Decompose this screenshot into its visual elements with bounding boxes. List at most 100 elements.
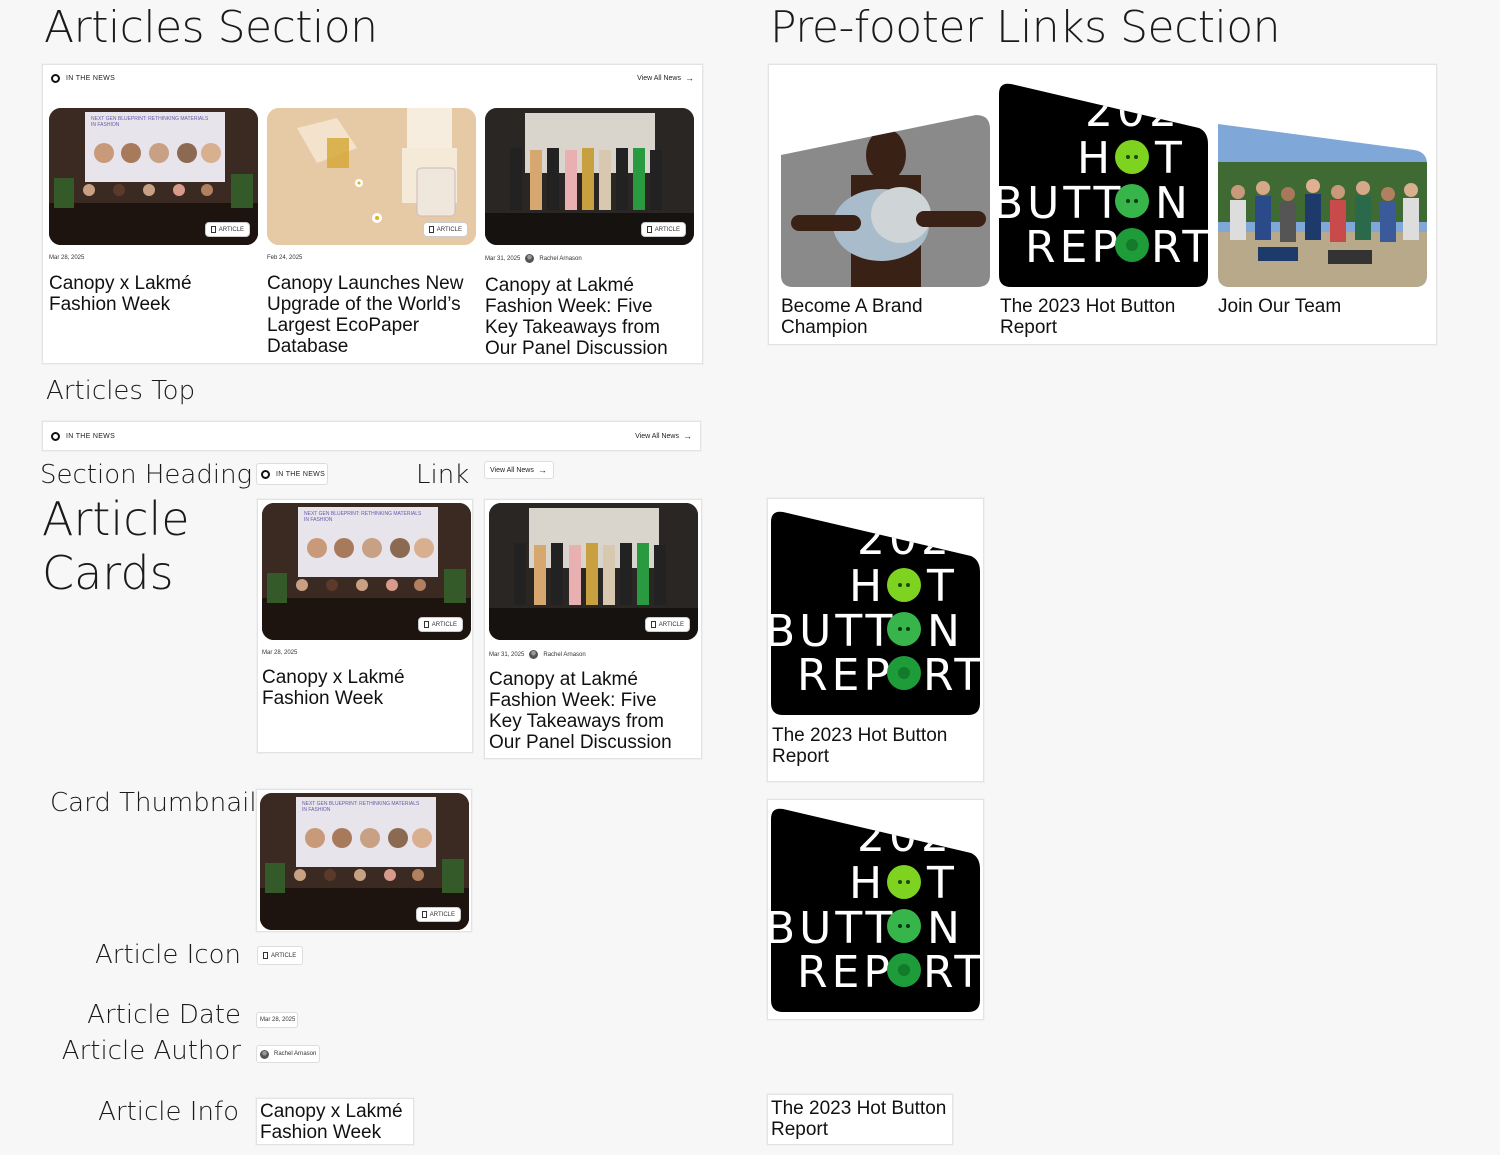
article-badge: ARTICLE xyxy=(644,617,690,632)
article-badge: ARTICLE xyxy=(415,907,461,922)
article-title: Canopy x Lakmé Fashion Week xyxy=(262,667,405,709)
articles-top-frame: IN THE NEWS View All News → xyxy=(42,421,701,451)
article-date-sample: Mar 28, 2025 xyxy=(256,1012,298,1028)
prefooter-link-title: The 2023 Hot Button Report xyxy=(772,725,948,767)
hot-button-image: 202 H T BUTT N REP RT xyxy=(771,508,980,715)
articles-section-heading: Articles Section xyxy=(44,2,378,53)
card-thumbnail-panel: NEXT GEN BLUEPRINT: RETHINKING MATERIALS… xyxy=(262,503,471,640)
hot-button-report-cover: 202 H T BUTT N REP RT xyxy=(771,808,980,1012)
svg-text:T: T xyxy=(926,561,954,612)
section-tag: IN THE NEWS xyxy=(51,73,115,83)
article-card[interactable]: NEXT GEN BLUEPRINT: RETHINKING MATERIALS… xyxy=(257,499,473,753)
label-article-info: Article Info xyxy=(98,1097,239,1127)
prefooter-link-title[interactable]: Join Our Team xyxy=(1218,296,1418,317)
article-info-sample: Canopy x Lakmé Fashion Week xyxy=(256,1098,414,1145)
svg-text:202: 202 xyxy=(1085,86,1181,137)
svg-text:T: T xyxy=(1154,133,1182,184)
prefooter-link-title[interactable]: The 2023 Hot Button Report xyxy=(1000,296,1200,338)
article-date: Mar 28, 2025 xyxy=(262,650,298,656)
document-icon xyxy=(650,621,656,628)
hot-button-image[interactable]: 202 H T BUTT N REP RT xyxy=(999,80,1208,287)
label-section-heading: Section Heading xyxy=(40,460,253,490)
card-thumbnail-group[interactable]: ARTICLE xyxy=(485,108,694,245)
view-all-news-link[interactable]: View All News → xyxy=(635,430,692,441)
card-thumbnail-panel[interactable]: NEXT GEN BLUEPRINT: RETHINKING MATERIALS… xyxy=(260,793,469,930)
svg-text:RT: RT xyxy=(1151,222,1208,273)
svg-text:T: T xyxy=(926,858,954,909)
svg-text:H: H xyxy=(849,561,886,612)
svg-text:202: 202 xyxy=(857,811,953,862)
article-date: Mar 31, 2025 xyxy=(489,651,525,658)
bullet-icon xyxy=(261,469,270,479)
hot-button-image[interactable]: 202 H T BUTT N REP RT xyxy=(771,805,980,1012)
hot-button-image-sample: 202 H T BUTT N REP RT xyxy=(767,799,984,1020)
article-title[interactable]: Canopy x Lakmé Fashion Week xyxy=(49,273,249,315)
document-icon xyxy=(263,952,268,959)
document-icon xyxy=(646,226,652,233)
prefooter-section-heading: Pre-footer Links Section xyxy=(770,2,1281,53)
bullet-icon xyxy=(51,73,60,83)
document-icon xyxy=(428,226,434,233)
svg-text:RT: RT xyxy=(923,650,980,701)
hot-button-report-cover: 202 H T BUTT N REP RT xyxy=(771,511,980,715)
article-title[interactable]: Canopy Launches New Upgrade of the World… xyxy=(267,273,467,357)
hot-button-report-cover: 202 H T BUTT N REP RT xyxy=(999,83,1208,287)
label-link: Link xyxy=(416,460,470,490)
article-date: Feb 24, 2025 xyxy=(267,255,303,261)
document-icon xyxy=(421,911,427,918)
arrow-right-icon: → xyxy=(683,430,692,441)
article-title[interactable]: Canopy at Lakmé Fashion Week: Five Key T… xyxy=(485,275,685,359)
article-badge: ARTICLE xyxy=(204,222,250,237)
author-avatar xyxy=(529,650,539,659)
slide-text: NEXT GEN BLUEPRINT: RETHINKING MATERIALS… xyxy=(91,116,209,128)
svg-text:REP: REP xyxy=(1025,222,1122,273)
article-author: Rachel Arnason xyxy=(543,651,586,658)
card-thumbnail-perfume[interactable]: ARTICLE xyxy=(267,108,476,245)
article-date: Mar 31, 2025 xyxy=(485,255,521,262)
article-icon-sample: ARTICLE xyxy=(257,946,303,965)
card-thumbnail-panel[interactable]: NEXT GEN BLUEPRINT: RETHINKING MATERIALS… xyxy=(49,108,258,245)
view-all-news-link[interactable]: View All News → xyxy=(637,72,694,83)
svg-text:RT: RT xyxy=(923,947,980,998)
article-meta: Mar 31, 2025 Rachel Arnason xyxy=(489,650,586,659)
article-author-sample: Rachel Arnason xyxy=(256,1045,320,1063)
label-article-author: Article Author xyxy=(61,1036,241,1066)
section-tag-chip: IN THE NEWS xyxy=(256,463,328,485)
model-photo xyxy=(781,115,990,287)
prefooter-frame: Become A Brand Champion 202 H T BUTT N R… xyxy=(768,64,1437,345)
label-articles-top: Articles Top xyxy=(46,376,196,406)
label-article-cards: Article Cards xyxy=(42,492,190,600)
author-avatar xyxy=(260,1049,269,1059)
article-author: Rachel Arnason xyxy=(539,255,582,262)
article-title: Canopy at Lakmé Fashion Week: Five Key T… xyxy=(489,669,672,753)
author-avatar xyxy=(525,254,535,263)
article-meta: Mar 31, 2025 Rachel Arnason xyxy=(485,254,582,263)
svg-text:202: 202 xyxy=(857,514,953,565)
team-photo xyxy=(1218,124,1427,287)
section-tag: IN THE NEWS xyxy=(51,431,115,441)
bullet-icon xyxy=(51,431,60,441)
article-badge: ARTICLE xyxy=(422,222,468,237)
article-card[interactable]: ARTICLE Mar 31, 2025 Rachel Arnason Cano… xyxy=(484,499,702,759)
label-article-date: Article Date xyxy=(87,1000,241,1030)
svg-text:H: H xyxy=(849,858,886,909)
articles-top-bar: IN THE NEWS View All News → xyxy=(43,65,702,91)
brand-champion-image[interactable] xyxy=(781,115,990,287)
svg-text:H: H xyxy=(1077,133,1114,184)
link-title-sample: The 2023 Hot Button Report xyxy=(767,1094,953,1145)
label-card-thumbnail: Card Thumbnail xyxy=(50,788,257,818)
document-icon xyxy=(423,621,429,628)
svg-text:REP: REP xyxy=(797,947,894,998)
hot-button-card[interactable]: 202 H T BUTT N REP RT The 2023 Hot Butto… xyxy=(767,498,984,782)
join-team-image[interactable] xyxy=(1218,122,1427,287)
slide-text: NEXT GEN BLUEPRINT: RETHINKING MATERIALS… xyxy=(302,801,420,813)
article-date: Mar 28, 2025 xyxy=(49,255,85,261)
arrow-right-icon: → xyxy=(537,464,547,475)
arrow-right-icon: → xyxy=(685,72,694,83)
prefooter-link-title[interactable]: Become A Brand Champion xyxy=(781,296,981,338)
view-all-chip[interactable]: View All News → xyxy=(484,461,554,479)
article-badge: ARTICLE xyxy=(640,222,686,237)
card-thumbnail-sample: NEXT GEN BLUEPRINT: RETHINKING MATERIALS… xyxy=(256,789,472,932)
svg-text:REP: REP xyxy=(797,650,894,701)
slide-text: NEXT GEN BLUEPRINT: RETHINKING MATERIALS… xyxy=(304,511,422,523)
